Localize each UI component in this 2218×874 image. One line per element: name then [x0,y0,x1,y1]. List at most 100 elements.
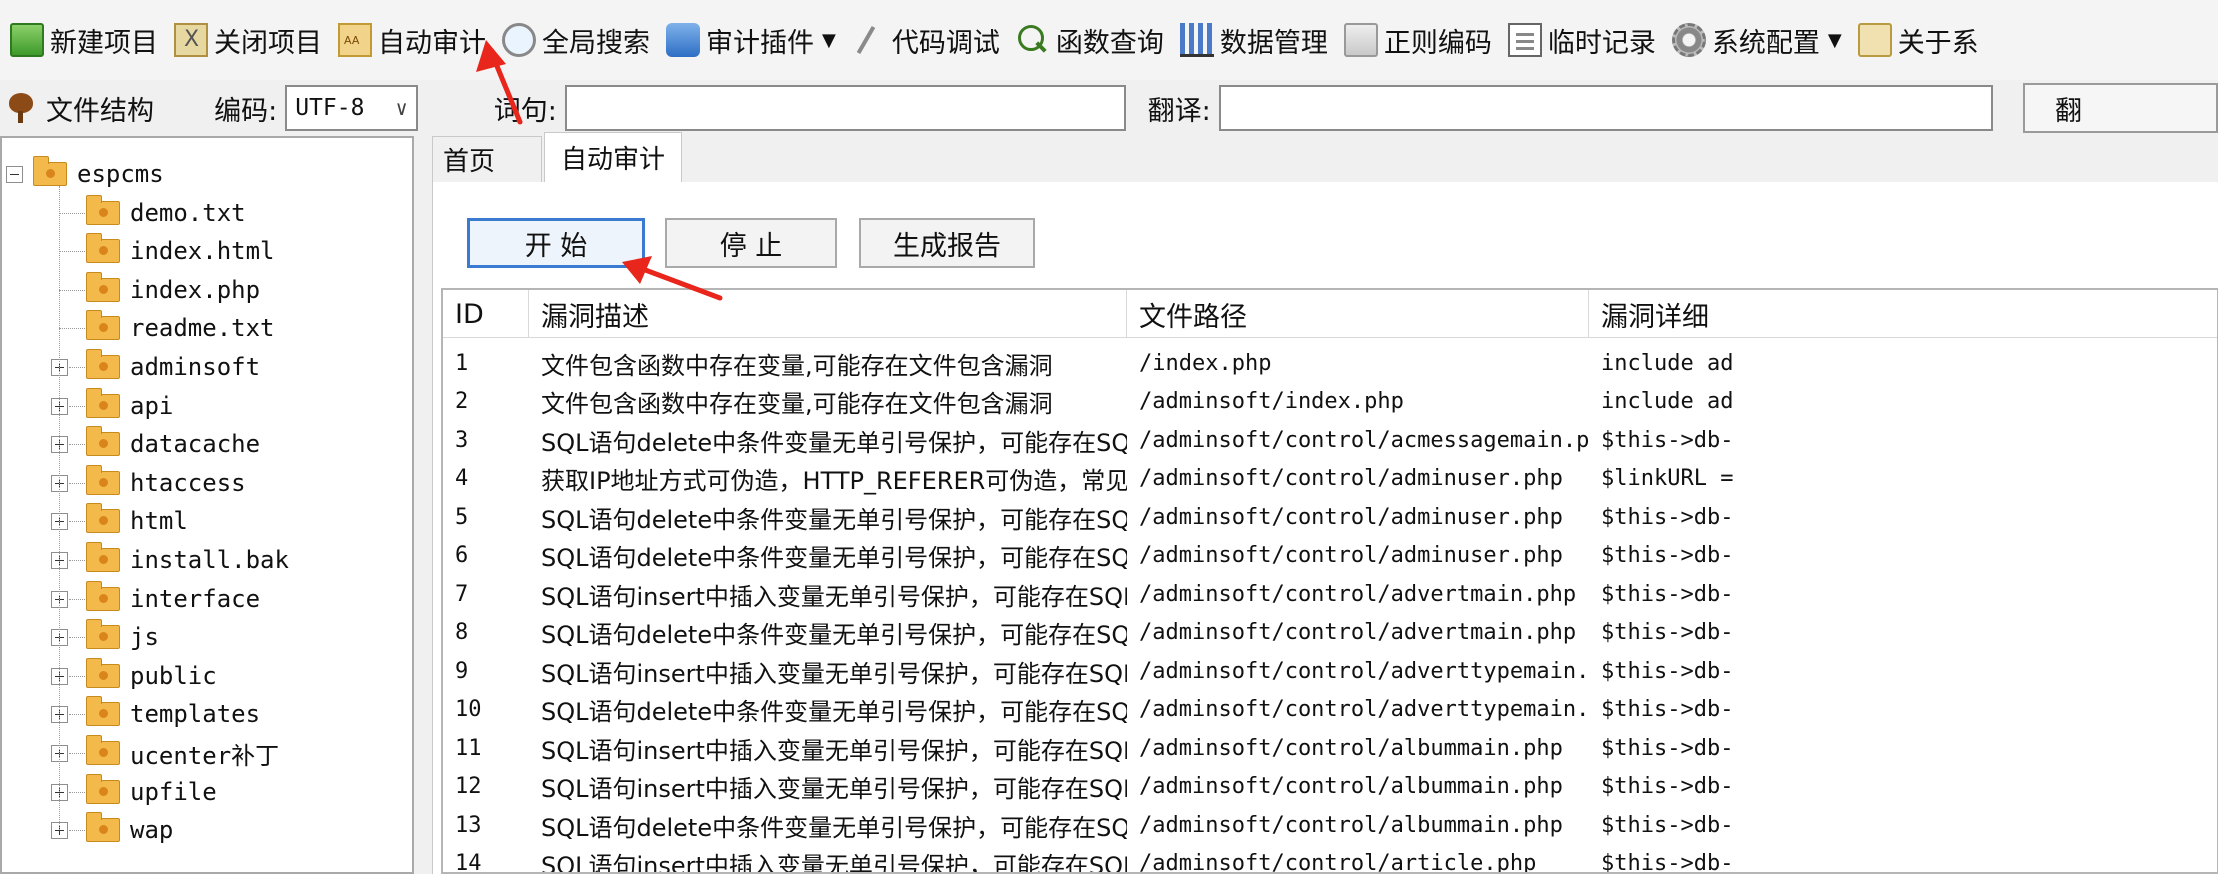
tree-folder-item[interactable]: api [86,387,173,424]
word-input[interactable] [564,85,1126,131]
file-structure-title: 文件结构 [0,89,200,128]
tree-folder-item[interactable]: html [86,503,188,539]
folder-icon [86,696,120,727]
cell-detail: $this->db- [1601,658,1734,684]
encoding-label: 编码: [214,95,278,127]
chevron-down-icon: ∨ [395,96,408,120]
tree-folder-item[interactable]: js [86,619,159,655]
tree-folder-item[interactable]: wap [86,812,173,848]
table-row[interactable]: 2 文件包含函数中存在变量,可能存在文件包含漏洞/adminsoft/index.… [443,383,2217,422]
temp-notes-button[interactable]: 临时记录 [1504,12,1668,68]
table-row[interactable]: 1 文件包含函数中存在变量,可能存在文件包含漏洞/index.php include… [443,344,2217,383]
tree-folder-label: ucenter补丁 [130,741,280,770]
tree-file-label: index.php [130,275,261,304]
results-table[interactable]: ID 漏洞描述 文件路径 漏洞详细 1 文件包含函数中存在变量,可能存在文件包含漏… [441,288,2218,874]
tree-folder-item[interactable]: install.bak [86,542,289,578]
column-header-detail[interactable]: 漏洞详细 [1589,290,2217,338]
new-project-button[interactable]: 新建项目 [6,12,170,68]
generate-report-button[interactable]: 生成报告 [859,218,1035,268]
auto-audit-button[interactable]: 自动审计 [334,12,498,68]
code-debug-label: 代码调试 [891,27,1000,59]
tree-folder-label: htaccess [130,468,246,497]
tree-folder-item[interactable]: datacache [86,426,260,462]
search-bar-row: 文件结构 编码: UTF-8 ∨ 词句: 翻译: 翻 [0,80,2218,136]
tree-folder-item[interactable]: ucenter补丁 [86,735,279,771]
column-header-description[interactable]: 漏洞描述 [529,290,1127,338]
file-structure-label: 文件结构 [46,95,154,127]
cell-detail: $this->db- [1601,543,1734,569]
translate-button[interactable]: 翻 [2022,83,2218,133]
tree-folder-item[interactable]: htaccess [86,464,246,501]
encoding-select[interactable]: UTF-8 ∨ [285,85,418,131]
tree-folder-item[interactable]: interface [86,580,260,617]
tree-file-item[interactable]: index.php [86,271,261,308]
table-row[interactable]: 4 获取IP地址方式可伪造，HTTP_REFERER可伪造，常见引发SQL... /… [443,460,2217,499]
tab-home[interactable]: 首页 [432,136,542,182]
tree-folder-label: public [130,661,217,690]
folder-icon [86,349,120,379]
collapse-icon[interactable] [6,165,23,183]
translate-label: 翻译: [1147,95,1211,127]
table-row[interactable]: 3 SQL语句delete中条件变量无单引号保护，可能存在SQL注入漏洞/admi… [443,421,2217,460]
cell-detail: $this->db- [1601,812,1734,838]
table-row[interactable]: 5 SQL语句delete中条件变量无单引号保护，可能存在SQL注入漏洞/admi… [443,498,2217,537]
main-toolbar: 新建项目 关闭项目 自动审计 全局搜索 审计插件 ▼ 代码调试 函数查询 数据管… [0,0,2218,80]
table-row[interactable]: 6 SQL语句delete中条件变量无单引号保护，可能存在SQL注入漏洞/admi… [443,537,2217,576]
about-button[interactable]: 关于系 [1854,12,1991,68]
table-row[interactable]: 7 SQL语句insert中插入变量无单引号保护，可能存在SQL注入漏洞/admi… [443,575,2217,614]
folder-icon [86,580,120,611]
tree-folder-label: html [130,507,188,536]
cell-description: SQL语句delete中条件变量无单引号保护，可能存在SQL注入漏洞 [541,428,1127,457]
tree-folder-label: js [130,623,159,652]
cell-path: /adminsoft/control/advertmain.php [1139,581,1577,607]
code-debug-button[interactable]: 代码调试 [848,12,1012,68]
folder-icon [86,426,120,457]
start-button[interactable]: 开 始 [467,218,645,268]
table-row[interactable]: 12 SQL语句insert中插入变量无单引号保护，可能存在SQL注入漏洞/adm… [443,768,2217,807]
cell-id: 3 [455,427,469,453]
tree-folder-item[interactable]: upfile [86,773,217,810]
cell-detail: $this->db- [1601,581,1734,607]
tab-auto-audit[interactable]: 自动审计 [544,132,683,182]
tree-folder-item[interactable]: adminsoft [86,349,260,385]
file-tree[interactable]: espcms demo.txt index.html index.php readme… [0,136,414,874]
function-search-button[interactable]: 函数查询 [1012,12,1176,68]
table-row[interactable]: 9 SQL语句insert中插入变量无单引号保护，可能存在SQL注入漏洞/admi… [443,652,2217,691]
cell-description: 文件包含函数中存在变量,可能存在文件包含漏洞 [541,351,1053,380]
cell-description: SQL语句insert中插入变量无单引号保护，可能存在SQL注入漏洞 [541,659,1127,688]
tree-file-item[interactable]: index.html [86,233,275,269]
function-search-icon [1016,23,1050,57]
column-header-path[interactable]: 文件路径 [1127,290,1589,338]
data-management-button[interactable]: 数据管理 [1176,12,1340,68]
stop-button[interactable]: 停 止 [665,218,837,268]
tree-folder-item[interactable]: public [86,657,217,694]
cell-detail: $this->db- [1601,427,1734,453]
audit-plugin-button[interactable]: 审计插件 ▼ [662,12,848,68]
column-header-id[interactable]: ID [443,290,529,338]
cell-detail: include ad [1601,389,1734,415]
table-row[interactable]: 14 SQL语句insert中插入变量无单引号保护，可能存在SQL注入漏洞/adm… [443,845,2217,872]
tree-file-item[interactable]: readme.txt [86,310,275,346]
file-icon [86,271,120,302]
table-row[interactable]: 13 SQL语句delete中条件变量无单引号保护，可能存在SQL注入漏洞/adm… [443,806,2217,845]
tree-file-label: readme.txt [130,314,275,343]
file-icon [86,194,120,225]
note-icon [1507,23,1542,57]
cell-path: /adminsoft/control/albummain.php [1139,812,1563,838]
table-row[interactable]: 11 SQL语句insert中插入变量无单引号保护，可能存在SQL注入漏洞/adm… [443,729,2217,768]
tree-folder-item[interactable]: templates [86,696,260,732]
table-row[interactable]: 8 SQL语句delete中条件变量无单引号保护，可能存在SQL注入漏洞/admi… [443,614,2217,653]
tree-file-item[interactable]: demo.txt [86,194,246,231]
close-project-button[interactable]: 关闭项目 [170,12,334,68]
translate-input[interactable] [1218,85,1993,131]
table-row[interactable]: 10 SQL语句delete中条件变量无单引号保护，可能存在SQL注入漏洞/adm… [443,691,2217,730]
system-config-button[interactable]: 系统配置 ▼ [1668,12,1854,68]
regex-encoding-button[interactable]: 正则编码 [1340,12,1504,68]
tree-folder-label: wap [130,816,174,845]
tree-root[interactable]: espcms [2,156,164,192]
global-search-button[interactable]: 全局搜索 [498,12,662,68]
cell-description: 获取IP地址方式可伪造，HTTP_REFERER可伪造，常见引发SQL... [541,467,1127,496]
cell-id: 8 [455,620,469,646]
cell-path: /index.php [1139,350,1272,376]
cell-id: 4 [455,466,469,492]
